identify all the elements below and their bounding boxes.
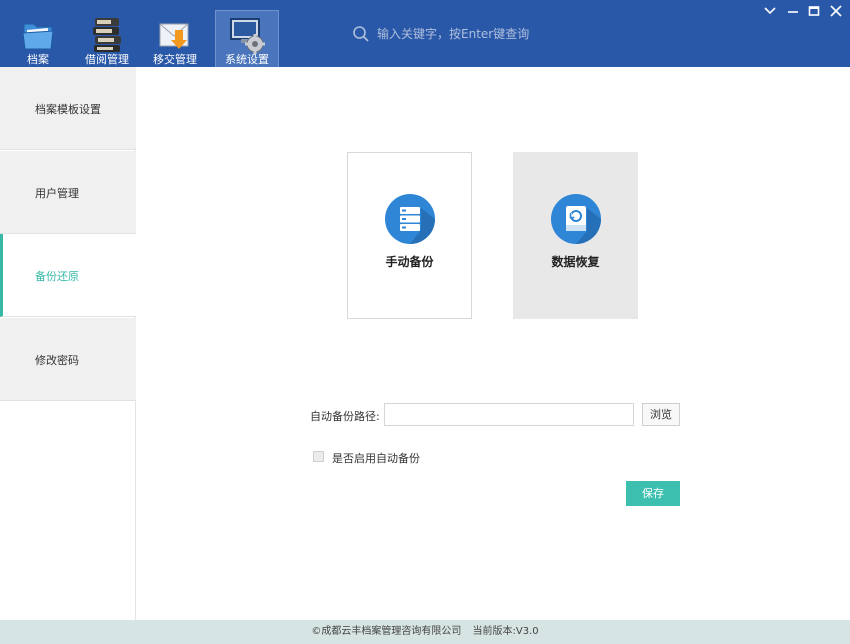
data-restore-card[interactable]: 数据恢复 (513, 152, 638, 319)
nav-system-settings[interactable]: 系统设置 (215, 10, 279, 67)
book-stack-icon (93, 18, 121, 52)
sidebar-item-label: 备份还原 (35, 270, 79, 283)
footer: ©成都云丰档案管理咨询有限公司 当前版本:V3.0 (0, 620, 850, 644)
copyright-text: ©成都云丰档案管理咨询有限公司 (311, 626, 462, 637)
nav-archive[interactable]: 档案 (6, 10, 70, 67)
sidebar-item-change-password[interactable]: 修改密码 (0, 318, 136, 401)
minimize-icon[interactable] (785, 4, 801, 18)
browse-button[interactable]: 浏览 (642, 403, 680, 426)
sidebar-item-label: 修改密码 (35, 354, 79, 367)
server-icon (385, 194, 435, 244)
maximize-icon[interactable] (806, 4, 822, 18)
enable-auto-backup-checkbox[interactable] (313, 451, 324, 462)
sidebar-item-label: 档案模板设置 (35, 103, 101, 116)
system-settings-icon (230, 18, 265, 54)
manual-backup-card[interactable]: 手动备份 (347, 152, 472, 319)
search-input[interactable]: 输入关键字，按Enter键查询 (377, 26, 529, 42)
nav-borrow-label: 借阅管理 (85, 53, 129, 66)
search-icon (353, 26, 369, 42)
version-text: 当前版本:V3.0 (472, 626, 539, 637)
enable-auto-backup-label: 是否启用自动备份 (332, 452, 420, 465)
folder-icon (22, 23, 54, 50)
nav-transfer-management[interactable]: 移交管理 (143, 10, 207, 67)
chevron-down-icon[interactable] (762, 4, 778, 18)
save-button[interactable]: 保存 (626, 481, 680, 506)
sidebar: 档案模板设置 用户管理 备份还原 修改密码 (0, 67, 136, 620)
sidebar-item-user-management[interactable]: 用户管理 (0, 151, 136, 234)
sidebar-item-backup-restore[interactable]: 备份还原 (0, 234, 136, 317)
auto-backup-path-label: 自动备份路径: (310, 410, 380, 423)
manual-backup-label: 手动备份 (385, 255, 434, 269)
sidebar-item-label: 用户管理 (35, 187, 79, 200)
nav-borrow-management[interactable]: 借阅管理 (75, 10, 139, 67)
sidebar-item-template-settings[interactable]: 档案模板设置 (0, 67, 136, 150)
nav-transfer-label: 移交管理 (153, 53, 197, 66)
disk-restore-icon (551, 194, 601, 244)
data-restore-label: 数据恢复 (551, 255, 600, 269)
nav-system-settings-label: 系统设置 (225, 53, 269, 66)
close-icon[interactable] (828, 4, 844, 18)
mail-download-icon (159, 23, 189, 49)
top-header: 档案 借阅管理 移交管理 系统设置 输入关键字，按Enter键查询 (0, 0, 850, 67)
search-box[interactable]: 输入关键字，按Enter键查询 (352, 24, 612, 44)
nav-archive-label: 档案 (27, 53, 49, 66)
auto-backup-path-input[interactable] (384, 403, 634, 426)
